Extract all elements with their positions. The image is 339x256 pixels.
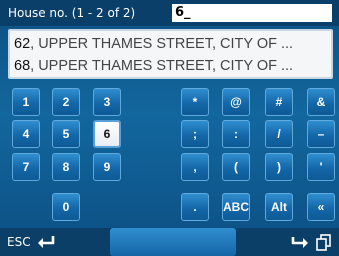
results-list: 62, UPPER THAMES STREET, CITY OF ... 68,…: [8, 29, 333, 79]
key-semicolon[interactable]: ;: [181, 120, 209, 148]
list-item[interactable]: 62, UPPER THAMES STREET, CITY OF ...: [14, 33, 332, 55]
result-address: , UPPER THAMES STREET, CITY OF ...: [30, 58, 294, 74]
key-2[interactable]: 2: [52, 88, 80, 116]
key-left-paren[interactable]: (: [222, 153, 250, 181]
screen: House no. (1 - 2 of 2) 6_ 62, UPPER THAM…: [0, 0, 339, 256]
key-8[interactable]: 8: [52, 153, 80, 181]
key-hash[interactable]: #: [265, 88, 293, 116]
key-asterisk[interactable]: *: [181, 88, 209, 116]
input-bar: House no. (1 - 2 of 2) 6_: [0, 0, 339, 26]
house-number-input[interactable]: 6_: [172, 4, 332, 22]
key-alt[interactable]: Alt: [265, 193, 293, 221]
key-abc[interactable]: ABC: [222, 193, 250, 221]
result-address: , UPPER THAMES STREET, CITY OF ...: [30, 36, 294, 52]
key-colon[interactable]: :: [222, 120, 250, 148]
return-arrow-icon[interactable]: [36, 234, 56, 250]
key-5[interactable]: 5: [52, 120, 80, 148]
key-1[interactable]: 1: [12, 88, 40, 116]
key-at[interactable]: @: [222, 88, 250, 116]
key-period[interactable]: .: [181, 193, 209, 221]
key-apostrophe[interactable]: ': [307, 153, 335, 181]
result-number: 62: [14, 36, 31, 52]
key-right-paren[interactable]: ): [265, 153, 293, 181]
space-button[interactable]: [110, 228, 236, 256]
key-slash[interactable]: /: [265, 120, 293, 148]
key-3[interactable]: 3: [93, 88, 121, 116]
pages-icon[interactable]: [315, 233, 333, 251]
list-item[interactable]: 68, UPPER THAMES STREET, CITY OF ...: [14, 55, 332, 77]
result-number: 68: [14, 58, 31, 74]
key-comma[interactable]: ,: [181, 153, 209, 181]
house-number-label: House no. (1 - 2 of 2): [8, 6, 136, 20]
esc-button[interactable]: ESC: [7, 235, 31, 249]
key-9[interactable]: 9: [93, 153, 121, 181]
key-4[interactable]: 4: [12, 120, 40, 148]
key-ampersand[interactable]: &: [307, 88, 335, 116]
forward-arrow-icon[interactable]: [290, 234, 310, 250]
key-7[interactable]: 7: [12, 153, 40, 181]
key-minus[interactable]: –: [307, 120, 335, 148]
key-0[interactable]: 0: [52, 193, 80, 221]
key-guillemet[interactable]: «: [307, 193, 335, 221]
key-6[interactable]: 6: [93, 120, 121, 148]
